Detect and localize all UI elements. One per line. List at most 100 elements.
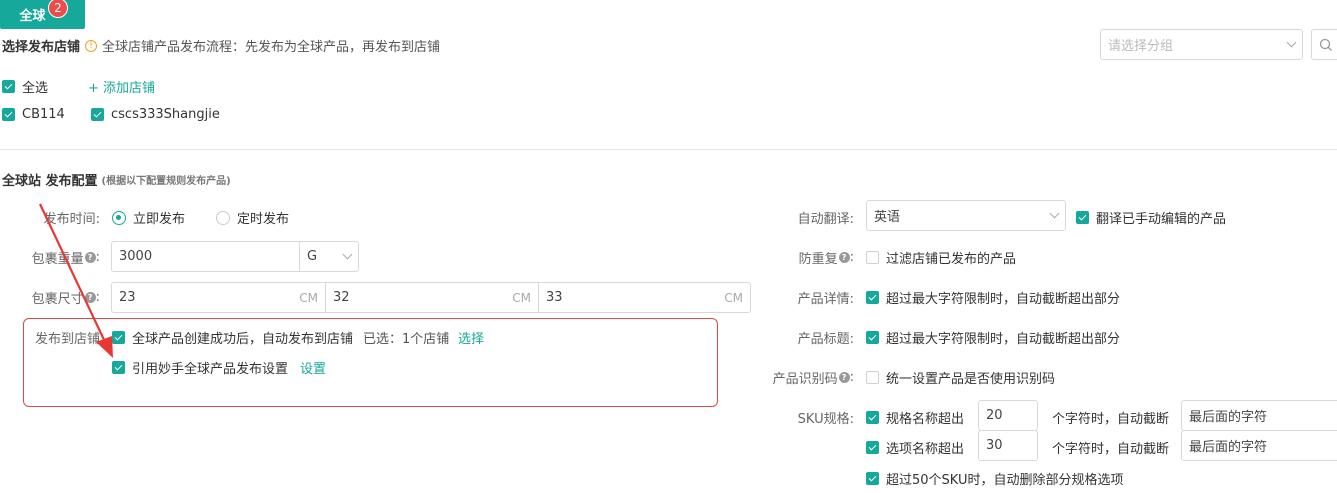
search-icon bbox=[1319, 38, 1332, 51]
chevron-down-icon bbox=[1286, 37, 1297, 48]
sku-name-suffix: 个字符时，自动截断 bbox=[1052, 412, 1170, 427]
checkbox-checked-icon bbox=[866, 291, 879, 304]
checkbox-checked-icon bbox=[1076, 211, 1089, 224]
checkbox-checked-icon bbox=[112, 361, 125, 374]
sku-label: SKU规格: bbox=[797, 412, 854, 427]
config-subtitle: (根据以下配置规则发布产品) bbox=[101, 176, 231, 187]
dedupe-label-group: 防重复 ?: bbox=[798, 250, 854, 267]
unit-label: CM bbox=[299, 290, 318, 305]
help-icon: ? bbox=[838, 252, 850, 263]
weight-unit: G bbox=[307, 249, 318, 264]
add-store-link[interactable]: + 添加店铺 bbox=[88, 77, 155, 96]
weight-input[interactable]: 3000 bbox=[111, 241, 300, 272]
translate-edited-label: 翻译已手动编辑的产品 bbox=[1096, 212, 1227, 227]
checkbox-checked-icon bbox=[2, 108, 15, 121]
dedupe-checkbox[interactable]: 过滤店铺已发布的产品 bbox=[866, 248, 1016, 267]
sku-option-mode: 最后面的字符 bbox=[1189, 440, 1268, 455]
quote-settings-label: 引用妙手全球产品发布设置 bbox=[132, 362, 289, 377]
publish-flow-hint: 全球店铺产品发布流程：先发布为全球产品，再发布到店铺 bbox=[102, 40, 441, 55]
unit-label: CM bbox=[512, 290, 531, 305]
sku-limit-text: 超过50个SKU时，自动删除部分规格选项 bbox=[886, 473, 1124, 488]
store-label: CB114 bbox=[22, 107, 65, 122]
checkbox-checked-icon bbox=[91, 108, 104, 121]
language-select[interactable]: 英语 bbox=[866, 200, 1066, 231]
chevron-down-icon bbox=[1049, 208, 1060, 219]
divider bbox=[0, 149, 1337, 150]
annotation-arrow-icon bbox=[39, 203, 113, 358]
size-length-value: 23 bbox=[119, 290, 136, 305]
auto-publish-label: 全球产品创建成功后，自动发布到店铺 bbox=[132, 332, 354, 347]
checkbox-checked-icon bbox=[866, 411, 879, 424]
weight-unit-select[interactable]: G bbox=[299, 241, 359, 272]
detail-truncate-checkbox[interactable]: 超过最大字符限制时，自动截断超出部分 bbox=[866, 288, 1120, 307]
title-truncate-checkbox[interactable]: 超过最大字符限制时，自动截断超出部分 bbox=[866, 328, 1120, 347]
weight-value: 3000 bbox=[119, 249, 153, 264]
sku-name-limit-input[interactable]: 20 bbox=[978, 400, 1038, 431]
sku-option-checkbox[interactable]: 选项名称超出 bbox=[866, 438, 964, 457]
config-title: 全球站 发布配置 bbox=[2, 174, 98, 189]
store-checkbox-cb114[interactable]: CB114 bbox=[2, 107, 65, 122]
publish-scheduled-label: 定时发布 bbox=[237, 212, 290, 227]
product-detail-label: 产品详情: bbox=[797, 292, 854, 307]
sku-name-checkbox[interactable]: 规格名称超出 bbox=[866, 408, 964, 427]
store-section-header: 选择发布店铺 ! 全球店铺产品发布流程：先发布为全球产品，再发布到店铺 bbox=[2, 36, 440, 55]
id-code-label-group: 产品识别码 ?: bbox=[772, 370, 854, 387]
size-length-input[interactable]: 23 CM bbox=[111, 282, 326, 313]
id-code-checkbox[interactable]: 统一设置产品是否使用识别码 bbox=[866, 368, 1055, 387]
sku-option-limit-value: 30 bbox=[986, 438, 1003, 453]
group-select[interactable]: 请选择分组 bbox=[1100, 29, 1303, 60]
checkbox-checked-icon bbox=[866, 441, 879, 454]
publish-scheduled-radio[interactable]: 定时发布 bbox=[216, 208, 289, 227]
product-title-label: 产品标题: bbox=[797, 332, 854, 347]
sku-option-limit-input[interactable]: 30 bbox=[978, 430, 1038, 461]
checkbox-checked-icon bbox=[2, 80, 15, 93]
sku-name-mode: 最后面的字符 bbox=[1189, 410, 1268, 425]
auto-translate-label: 自动翻译: bbox=[797, 212, 854, 227]
checkbox-unchecked-icon bbox=[866, 251, 879, 264]
tab-global[interactable]: 全球 2 bbox=[0, 0, 85, 29]
id-code-text: 统一设置产品是否使用识别码 bbox=[886, 372, 1056, 387]
publish-now-label: 立即发布 bbox=[133, 212, 186, 227]
size-width-input[interactable]: 32 CM bbox=[325, 282, 539, 313]
store-checkbox-cscs333[interactable]: cscs333Shangjie bbox=[91, 107, 220, 122]
quote-settings-checkbox[interactable]: 引用妙手全球产品发布设置 bbox=[112, 358, 288, 377]
publish-now-radio[interactable]: 立即发布 bbox=[112, 208, 185, 227]
dedupe-text: 过滤店铺已发布的产品 bbox=[886, 252, 1017, 267]
checkbox-unchecked-icon bbox=[866, 371, 879, 384]
tab-global-label: 全球 bbox=[19, 9, 46, 24]
tab-count-badge: 2 bbox=[48, 0, 68, 18]
sku-name-limit-value: 20 bbox=[986, 408, 1003, 423]
group-select-placeholder: 请选择分组 bbox=[1108, 39, 1174, 54]
translate-edited-checkbox[interactable]: 翻译已手动编辑的产品 bbox=[1076, 208, 1226, 227]
sku-option-text: 选项名称超出 bbox=[886, 442, 965, 457]
select-store-link[interactable]: 选择 bbox=[458, 328, 484, 347]
chevron-down-icon bbox=[342, 249, 353, 260]
info-icon: ! bbox=[85, 39, 98, 52]
config-header: 全球站 发布配置 (根据以下配置规则发布产品) bbox=[2, 170, 231, 189]
section-title: 选择发布店铺 bbox=[2, 40, 81, 55]
id-code-label: 产品识别码 bbox=[772, 372, 838, 387]
checkbox-checked-icon bbox=[866, 331, 879, 344]
radio-unselected-icon bbox=[216, 210, 230, 225]
dedupe-label: 防重复 bbox=[798, 252, 838, 267]
sku-limit-checkbox[interactable]: 超过50个SKU时，自动删除部分规格选项 bbox=[866, 469, 1124, 488]
auto-publish-checkbox[interactable]: 全球产品创建成功后，自动发布到店铺 bbox=[112, 328, 353, 347]
size-width-value: 32 bbox=[333, 290, 350, 305]
select-all-label: 全选 bbox=[22, 81, 49, 96]
language-value: 英语 bbox=[874, 210, 901, 225]
size-height-input[interactable]: 33 CM bbox=[538, 282, 751, 313]
checkbox-checked-icon bbox=[866, 472, 879, 485]
sku-option-mode-select[interactable]: 最后面的字符 bbox=[1181, 430, 1337, 461]
sku-name-text: 规格名称超出 bbox=[886, 412, 965, 427]
title-truncate-text: 超过最大字符限制时，自动截断超出部分 bbox=[886, 332, 1121, 347]
settings-link[interactable]: 设置 bbox=[300, 358, 326, 377]
sku-name-mode-select[interactable]: 最后面的字符 bbox=[1181, 400, 1337, 431]
selected-count: 已选：1个店铺 bbox=[363, 332, 450, 347]
help-icon: ? bbox=[838, 372, 850, 383]
store-label: cscs333Shangjie bbox=[111, 107, 220, 122]
sku-option-suffix: 个字符时，自动截断 bbox=[1052, 442, 1170, 457]
select-all-checkbox[interactable]: 全选 bbox=[2, 77, 48, 96]
size-height-value: 33 bbox=[546, 290, 563, 305]
search-button[interactable] bbox=[1311, 29, 1337, 60]
detail-truncate-text: 超过最大字符限制时，自动截断超出部分 bbox=[886, 292, 1121, 307]
